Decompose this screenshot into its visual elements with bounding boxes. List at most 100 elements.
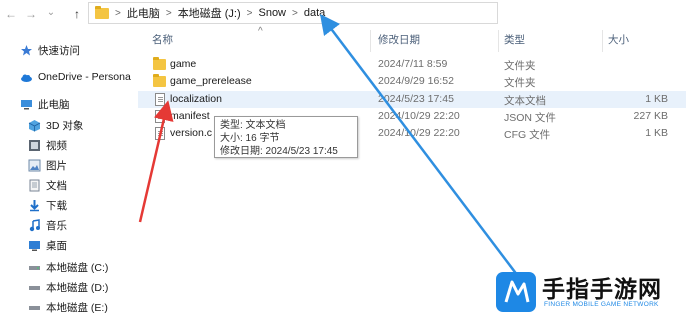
address-bar[interactable]: > 此电脑 > 本地磁盘 (J:) > Snow > data (88, 2, 498, 24)
recent-locations-button[interactable]: ⌄ (42, 2, 60, 22)
file-date: 2024/10/29 22:20 (378, 110, 460, 122)
navigation-pane: 快速访问 OneDrive - Persona 此电脑 3D 对象 视频 图片 … (0, 36, 136, 320)
toolbar: ← → ⌄ ↑ > 此电脑 > 本地磁盘 (J:) > Snow > data (0, 0, 686, 28)
cube-icon (28, 119, 41, 132)
breadcrumb-this-pc[interactable]: 此电脑 (127, 5, 160, 21)
watermark-subtitle: FINGER MOBILE GAME NETWORK (544, 301, 659, 308)
file-name: game_prerelease (170, 75, 252, 87)
up-button[interactable]: ↑ (68, 4, 86, 24)
drive-icon (28, 301, 41, 314)
file-size: 1 KB (645, 127, 668, 139)
drive-icon (28, 281, 41, 294)
column-divider[interactable] (370, 30, 371, 52)
cloud-icon (20, 71, 33, 84)
file-type: 文件夹 (504, 60, 536, 72)
file-date: 2024/5/23 17:45 (378, 93, 454, 105)
computer-icon (20, 98, 33, 111)
file-date: 2024/7/11 8:59 (378, 58, 448, 70)
column-header-name[interactable]: 名称 (152, 32, 173, 50)
sidebar-item-videos[interactable]: 视频 (28, 136, 67, 154)
breadcrumb-separator: > (115, 7, 121, 19)
file-type: 文本文档 (504, 95, 546, 107)
text-file-icon (155, 93, 165, 106)
up-arrow-icon: ↑ (74, 7, 80, 21)
breadcrumb-data[interactable]: data (304, 7, 325, 19)
column-header-type[interactable]: 类型 (504, 32, 525, 50)
sidebar-item-documents[interactable]: 文档 (28, 176, 67, 194)
sidebar-item-drive-c[interactable]: 本地磁盘 (C:) (28, 258, 108, 276)
sidebar-item-label: 桌面 (46, 239, 67, 252)
sidebar-item-label: 本地磁盘 (E:) (46, 301, 108, 314)
folder-icon (153, 57, 166, 70)
sidebar-item-downloads[interactable]: 下载 (28, 196, 67, 214)
file-type: 文件夹 (504, 77, 536, 89)
star-icon (20, 44, 33, 57)
watermark-logo (496, 272, 536, 312)
download-icon (28, 199, 41, 212)
file-icon (155, 127, 165, 140)
file-type: CFG 文件 (504, 129, 551, 141)
sort-ascending-icon: ^ (258, 26, 263, 37)
file-name: version.c (170, 127, 213, 139)
breadcrumb-drive-j[interactable]: 本地磁盘 (J:) (178, 5, 241, 21)
tooltip-type: 类型: 文本文档 (220, 120, 286, 131)
breadcrumb-separator: > (292, 7, 298, 19)
breadcrumb-separator: > (165, 7, 172, 19)
file-name: manifest (170, 110, 210, 122)
sidebar-item-3d-objects[interactable]: 3D 对象 (28, 116, 83, 134)
sidebar-item-label: 快速访问 (38, 44, 80, 57)
sidebar-item-this-pc[interactable]: 此电脑 (20, 95, 70, 113)
column-divider[interactable] (498, 30, 499, 52)
table-row[interactable]: game 2024/7/11 8:59 文件夹 (138, 56, 686, 73)
file-size: 1 KB (645, 93, 668, 105)
sidebar-item-label: 音乐 (46, 219, 67, 232)
forward-button[interactable]: → (22, 4, 40, 24)
sidebar-item-label: 下载 (46, 199, 67, 212)
tooltip-date: 修改日期: 2024/5/23 17:45 (220, 146, 338, 157)
drive-icon (28, 261, 41, 274)
back-arrow-icon: ← (5, 7, 17, 21)
watermark: 手指手游网 FINGER MOBILE GAME NETWORK (496, 270, 686, 320)
sidebar-item-onedrive[interactable]: OneDrive - Persona (20, 68, 131, 86)
file-info-tooltip: 类型: 文本文档 大小: 16 字节 修改日期: 2024/5/23 17:45 (214, 116, 358, 158)
sidebar-item-label: OneDrive - Persona (38, 71, 131, 83)
sidebar-item-drive-d[interactable]: 本地磁盘 (D:) (28, 278, 108, 296)
sidebar-item-label: 图片 (46, 159, 67, 172)
sidebar-item-label: 视频 (46, 139, 67, 152)
file-type: JSON 文件 (504, 112, 556, 124)
folder-icon (153, 74, 166, 87)
tooltip-size: 大小: 16 字节 (220, 133, 280, 144)
sidebar-item-label: 文档 (46, 179, 67, 192)
table-row-selected[interactable]: localization 2024/5/23 17:45 文本文档 1 KB (138, 91, 686, 108)
breadcrumb-separator: > (246, 7, 253, 19)
column-header-date[interactable]: 修改日期 (378, 32, 420, 50)
file-name: game (170, 58, 197, 70)
music-icon (28, 218, 41, 232)
video-icon (28, 139, 41, 152)
sidebar-item-pictures[interactable]: 图片 (28, 156, 67, 174)
document-icon (28, 179, 41, 192)
file-date: 2024/9/29 16:52 (378, 75, 454, 87)
table-row[interactable]: game_prerelease 2024/9/29 16:52 文件夹 (138, 73, 686, 90)
folder-icon (95, 5, 109, 19)
picture-icon (28, 159, 41, 172)
forward-arrow-icon: → (25, 7, 37, 21)
sidebar-item-label: 3D 对象 (46, 119, 84, 132)
file-date: 2024/10/29 22:20 (378, 127, 460, 139)
desktop-icon (28, 239, 41, 252)
sidebar-item-desktop[interactable]: 桌面 (28, 236, 67, 254)
column-header-size[interactable]: 大小 (608, 32, 629, 50)
sidebar-item-quick-access[interactable]: 快速访问 (20, 41, 80, 59)
sidebar-item-drive-e[interactable]: 本地磁盘 (E:) (28, 298, 108, 316)
sidebar-item-label: 本地磁盘 (C:) (46, 261, 109, 274)
back-button[interactable]: ← (2, 4, 20, 24)
file-size: 227 KB (633, 110, 668, 122)
column-divider[interactable] (602, 30, 603, 52)
watermark-title: 手指手游网 (542, 276, 662, 302)
chevron-down-icon: ⌄ (46, 6, 56, 18)
file-icon (155, 110, 165, 123)
breadcrumb-snow[interactable]: Snow (258, 7, 286, 19)
sidebar-item-music[interactable]: 音乐 (28, 216, 67, 234)
sidebar-item-label: 此电脑 (38, 98, 70, 111)
sidebar-item-label: 本地磁盘 (D:) (46, 281, 109, 294)
